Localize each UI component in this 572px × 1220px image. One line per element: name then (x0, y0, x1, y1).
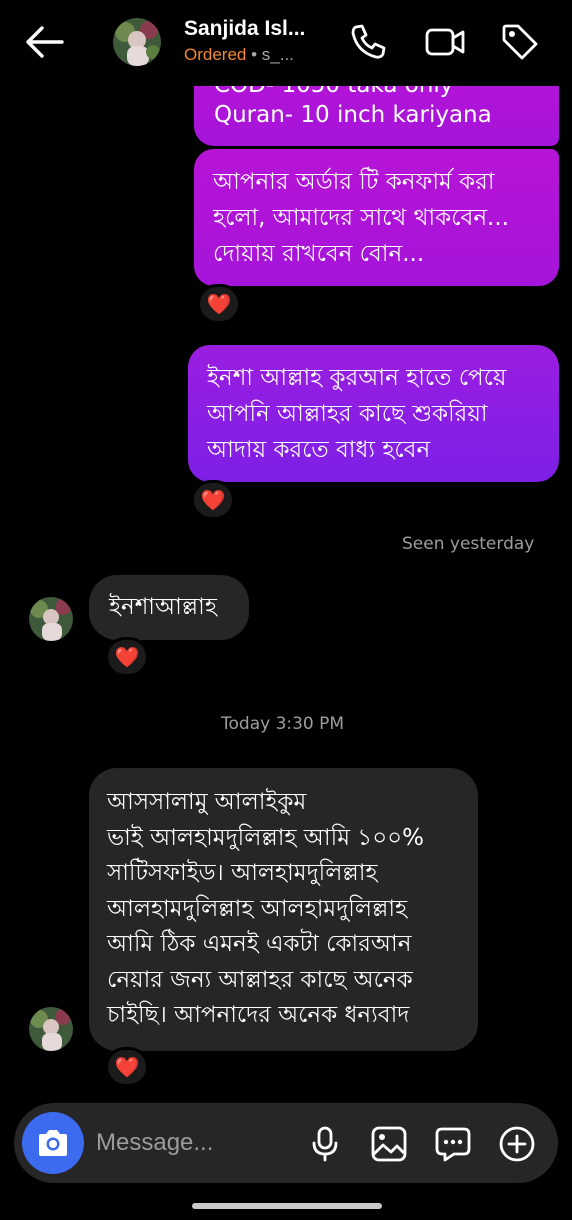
microphone-icon[interactable] (306, 1125, 344, 1163)
heart-icon: ❤️ (114, 1055, 140, 1079)
heart-icon: ❤️ (114, 645, 140, 669)
incoming-message[interactable]: ইনশাআল্লাহ (89, 575, 249, 640)
avatar[interactable] (29, 1007, 73, 1051)
outgoing-message[interactable]: আপনার অর্ডার টি কনফার্ম করা হলো, আমাদের … (194, 149, 559, 286)
heart-icon: ❤️ (200, 488, 226, 512)
home-indicator[interactable] (192, 1203, 382, 1209)
outgoing-message[interactable]: ইনশা আল্লাহ কুরআন হাতে পেয়ে আপনি আল্লাহ… (188, 345, 559, 482)
message-input[interactable] (96, 1127, 286, 1159)
heart-reaction[interactable]: ❤️ (197, 284, 241, 324)
message-text: ইনশাআল্লাহ (109, 594, 217, 620)
plus-circle-icon[interactable] (498, 1125, 536, 1163)
message-composer (14, 1103, 558, 1183)
chat-header: Sanjida Isl... Ordered • s_... (0, 0, 572, 86)
camera-button[interactable] (22, 1112, 84, 1174)
heart-reaction[interactable]: ❤️ (105, 1047, 149, 1087)
timestamp: Today 3:30 PM (221, 714, 345, 734)
gallery-icon[interactable] (370, 1125, 408, 1163)
status-username: • s_... (246, 45, 294, 64)
status-label: Ordered (184, 45, 247, 64)
contact-status: Ordered • s_... (184, 45, 294, 65)
phone-icon[interactable] (348, 22, 388, 62)
avatar[interactable] (29, 597, 73, 641)
heart-reaction[interactable]: ❤️ (191, 480, 235, 520)
avatar[interactable] (113, 18, 161, 66)
contact-name[interactable]: Sanjida Isl... (184, 17, 305, 41)
chat-bubble-icon[interactable] (434, 1125, 472, 1163)
message-text: ইনশা আল্লাহ কুরআন হাতে পেয়ে আপনি আল্লাহ… (207, 365, 507, 463)
heart-icon: ❤️ (206, 292, 232, 316)
message-text: আসসালামু আলাইকুম ভাই আলহামদুলিল্লাহ আমি … (107, 789, 424, 1028)
back-arrow-icon[interactable] (22, 22, 66, 62)
message-text: আপনার অর্ডার টি কনফার্ম করা হলো, আমাদের … (213, 169, 509, 267)
heart-reaction[interactable]: ❤️ (105, 637, 149, 677)
video-camera-icon[interactable] (424, 22, 465, 62)
camera-icon (39, 1130, 67, 1156)
tag-icon[interactable] (500, 22, 540, 62)
incoming-message[interactable]: আসসালামু আলাইকুম ভাই আলহামদুলিল্লাহ আমি … (89, 768, 478, 1051)
seen-status: Seen yesterday (402, 534, 535, 554)
